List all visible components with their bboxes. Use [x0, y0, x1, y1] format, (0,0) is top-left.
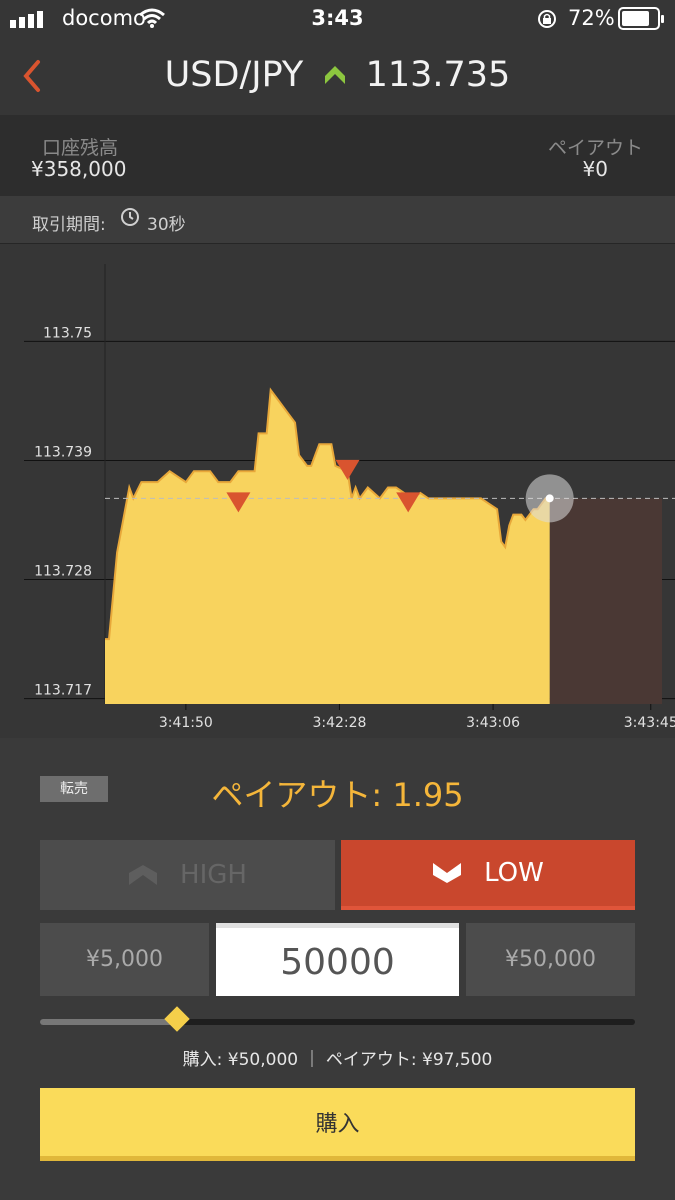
high-button[interactable]: HIGH [40, 840, 335, 910]
y-tick-label: 113.717 [34, 683, 92, 699]
high-chevron-icon [129, 865, 158, 885]
x-tick-label: 3:43:45 [624, 715, 675, 731]
currency-pair: USD/JPY [164, 55, 304, 95]
x-tick-label: 3:42:28 [312, 715, 366, 731]
payout-label: ペイアウト [547, 137, 643, 159]
x-tick-label: 3:43:06 [466, 715, 520, 731]
expiry-zone [549, 498, 662, 704]
header: USD/JPY 113.735 [0, 38, 675, 115]
amount-min-button[interactable]: ¥5,000 [40, 923, 209, 996]
current-price: 113.735 [365, 55, 511, 95]
battery-icon [618, 7, 664, 30]
low-chevron-icon [433, 863, 462, 883]
current-point [545, 494, 554, 503]
account-summary: 口座残高 ¥358,000 ペイアウト ¥0 [0, 115, 675, 196]
payout-rate: ペイアウト: 1.95 [211, 776, 464, 814]
amount-slider-fill [40, 1019, 177, 1025]
price-area [105, 390, 550, 704]
y-tick-label: 113.728 [34, 564, 92, 580]
rotation-lock-icon [538, 10, 556, 28]
y-tick-label: 113.739 [34, 444, 92, 460]
trade-period-row: 取引期間: 30秒 [0, 196, 675, 244]
page-title: USD/JPY 113.735 [0, 54, 675, 95]
amount-slider-knob[interactable] [164, 1006, 190, 1032]
amount-input[interactable]: 50000 [216, 923, 459, 996]
trade-period-value: 30秒 [147, 215, 186, 235]
battery-percent: 72% [568, 6, 615, 30]
y-tick-label: 113.75 [43, 325, 92, 341]
x-tick-label: 3:41:50 [159, 715, 213, 731]
low-label: LOW [484, 858, 544, 888]
amount-max-button[interactable]: ¥50,000 [466, 923, 635, 996]
balance-value: ¥358,000 [31, 157, 127, 181]
balance-label: 口座残高 [42, 137, 119, 159]
payout-value: ¥0 [582, 157, 608, 181]
low-button[interactable]: LOW [341, 840, 635, 910]
trade-panel: 転売 ペイアウト: 1.95 HIGH LOW ¥5,000 50000 ¥50… [0, 738, 675, 1200]
status-bar: docomo 3:43 72% [0, 0, 675, 38]
chart-series [105, 387, 675, 704]
trade-period-label: 取引期間: [32, 215, 106, 235]
clock-icon [121, 208, 139, 226]
high-label: HIGH [180, 860, 247, 890]
up-chevron-icon [325, 66, 346, 84]
purchase-summary: 購入: ¥50,000 ｜ ペイアウト: ¥97,500 [182, 1050, 493, 1070]
purchase-button[interactable]: 購入 [40, 1088, 635, 1161]
price-chart[interactable]: 113.75 113.739 113.728 113.717 3:41:50 3:42:2… [0, 244, 675, 738]
